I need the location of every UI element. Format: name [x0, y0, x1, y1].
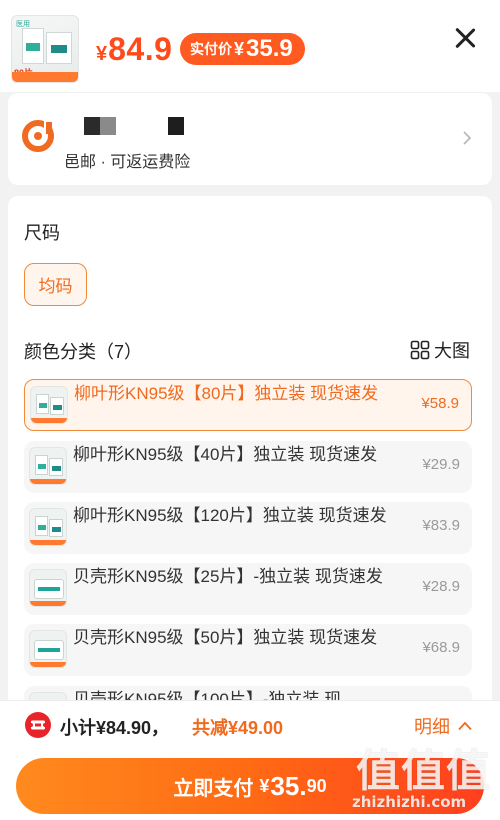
- discount-text: 共减¥49.00: [192, 718, 284, 738]
- subtotal-text: 小计¥84.90，: [60, 718, 170, 738]
- option-price: ¥29.9: [422, 456, 460, 473]
- paid-price-label: 实付价: [190, 41, 232, 57]
- pay-button-label: 立即支付: [173, 777, 254, 800]
- option-name: 柳叶形KN95级【80片】独立装 现货速发: [74, 384, 379, 403]
- pay-button-amount-dec: 90: [306, 775, 327, 796]
- product-thumbnail[interactable]: 医用 80片: [11, 15, 79, 83]
- size-option-one-size[interactable]: 均码: [24, 263, 87, 306]
- detail-label: 明细: [414, 717, 450, 737]
- paid-price-badge: 实付价 ¥ 35.9: [180, 33, 305, 65]
- option-thumbnail: [29, 447, 67, 485]
- grid-icon: [410, 340, 430, 360]
- big-image-toggle[interactable]: 大图: [410, 337, 470, 363]
- color-option-1[interactable]: 柳叶形KN95级【80片】独立装 现货速发 ¥58.9: [24, 379, 472, 431]
- chevron-up-icon: [458, 721, 472, 731]
- address-mask: [60, 138, 230, 149]
- price-detail-toggle[interactable]: 明细: [414, 713, 472, 739]
- address-text: 邑邮 · 可返运费险: [64, 154, 191, 171]
- sku-header: 医用 80片 ¥ 84.9 实付价 ¥ 35.9: [0, 0, 500, 92]
- pay-button-currency: ¥: [259, 775, 270, 796]
- paid-price-currency: ¥: [234, 38, 245, 59]
- color-option-2[interactable]: 柳叶形KN95级【40片】独立装 现货速发 ¥29.9: [24, 441, 472, 493]
- option-price: ¥68.9: [422, 639, 460, 656]
- price-currency: ¥: [96, 43, 108, 65]
- option-name: 柳叶形KN95级【120片】独立装 现货速发: [73, 506, 387, 525]
- option-name: 柳叶形KN95级【40片】独立装 现货速发: [73, 445, 378, 464]
- option-name: 贝壳形KN95级【50片】独立装 现货速发: [73, 628, 378, 647]
- redacted-phone-block: [168, 117, 184, 135]
- close-icon[interactable]: [452, 25, 478, 51]
- redacted-name-block: [84, 117, 116, 135]
- paid-price-value: 35.9: [246, 35, 293, 62]
- option-name: 贝壳形KN95级【25片】-独立装 现货速发: [73, 567, 383, 586]
- option-thumbnail: [29, 508, 67, 546]
- option-price: ¥58.9: [421, 395, 459, 412]
- option-thumbnail: [29, 630, 67, 668]
- pay-now-button[interactable]: 立即支付 ¥ 35. 90: [16, 758, 484, 814]
- pay-button-amount-int: 35.: [270, 770, 307, 801]
- color-option-5[interactable]: 贝壳形KN95级【50片】独立装 现货速发 ¥68.9: [24, 624, 472, 676]
- chevron-right-icon[interactable]: [462, 131, 472, 145]
- option-thumbnail: [29, 569, 67, 607]
- option-thumbnail: [30, 386, 68, 424]
- color-section-title: 颜色分类（7）: [24, 342, 143, 362]
- price-value: 84.9: [108, 31, 173, 67]
- option-price: ¥83.9: [422, 517, 460, 534]
- option-price: ¥28.9: [422, 578, 460, 595]
- size-section-title: 尺码: [24, 223, 60, 243]
- ticket-icon: [25, 712, 51, 738]
- color-option-4[interactable]: 贝壳形KN95级【25片】-独立装 现货速发 ¥28.9: [24, 563, 472, 615]
- original-price: ¥ 84.9: [96, 31, 172, 68]
- big-image-label: 大图: [434, 341, 470, 361]
- location-icon: [22, 120, 54, 152]
- color-option-3[interactable]: 柳叶形KN95级【120片】独立装 现货速发 ¥83.9: [24, 502, 472, 554]
